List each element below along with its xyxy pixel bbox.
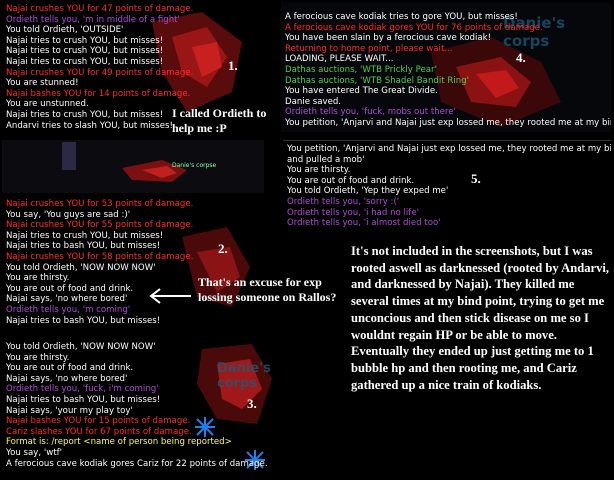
chat-log-5: You petition, 'Anjarvi and Najai just ex… [287, 144, 611, 229]
chat-log-2: Najai crushes YOU for 53 points of damag… [6, 199, 193, 326]
chat-panel-5: You petition, 'Anjarvi and Najai just ex… [283, 140, 611, 234]
chat-line: You are out of food and drink. [6, 363, 134, 374]
chat-line: Ordieth tells you, 'sorry :(' [287, 196, 400, 207]
chat-line: Cariz slashes YOU for 67 points of damag… [6, 426, 192, 437]
chat-panel-4: Danie's corps A ferocious cave kodiak tr… [281, 2, 611, 132]
note-explanation: It's not included in the screenshots, bu… [351, 244, 610, 392]
chat-log-1: Najai crushes YOU for 47 points of damag… [6, 4, 193, 131]
panel-number-1: 1. [228, 58, 238, 73]
arrow-left-icon [149, 288, 191, 304]
chat-line: Ordieth tells you, 'i almost died too' [287, 218, 441, 229]
chat-line: You are unstunned. [6, 99, 89, 110]
chat-line: You told Ordieth, 'NOW NOW NOW' [6, 342, 156, 352]
chat-line: Dathas auctions, 'WTB Prickly Pear' [285, 64, 437, 75]
chat-line: You petition, 'Anjarvi and Najai just ex… [285, 117, 611, 128]
chat-line: Najai tries to crush YOU, but misses! [6, 35, 164, 46]
panel-number-5: 5. [471, 171, 481, 186]
chat-line: You have been slain by a ferocious cave … [285, 33, 492, 44]
chat-line: Format is: /report <name of person being… [6, 437, 232, 448]
chat-line: Danie saved. [285, 96, 342, 107]
chat-line: Najai crushes YOU for 47 points of damag… [6, 4, 194, 14]
chat-line: You told Ordieth, 'NOW NOW NOW' [6, 262, 156, 273]
chat-line: You told Ordieth, 'Yep they exped me' [287, 186, 449, 197]
chat-line: Najai tries to crush YOU, but misses! [6, 230, 164, 241]
panel-number-4: 4. [516, 50, 526, 65]
chat-line: A ferocious cave kodiak tries to gore YO… [285, 12, 518, 22]
chat-line: and pulled a mob' [287, 154, 365, 165]
chat-line: Najai crushes YOU for 58 points of damag… [6, 251, 194, 262]
chat-line: Ordieth tells you, 'fuck, i'm coming' [6, 384, 159, 395]
chat-line: Andarvi tries to slash YOU, but misses! [6, 120, 173, 131]
chat-line: You are thirsty. [6, 352, 70, 363]
chat-line: Najai says, 'no where bored' [6, 373, 128, 384]
chat-line: Najai tries to bash YOU, but misses! [6, 394, 161, 405]
chat-line: LOADING, PLEASE WAIT... [285, 54, 394, 65]
chat-line: You are thirsty. [6, 273, 70, 284]
chat-panel-2: Najai crushes YOU for 53 points of damag… [2, 197, 252, 333]
chat-line: Najai tries to bash YOU, but misses! [6, 241, 161, 252]
panel-number-2: 2. [218, 241, 228, 256]
chat-log-3: You told Ordieth, 'NOW NOW NOW' You are t… [6, 342, 268, 469]
corpse-strip: Danie's corpse [2, 140, 264, 193]
chat-line: Ordieth tells you, 'i had no life' [287, 207, 419, 218]
chat-line: Dathas auctions, 'WTB Shadel Bandit Ring… [285, 75, 469, 86]
chat-line: Ordieth tells you, 'm in middle of a fig… [6, 14, 180, 25]
chat-line: Najai tries to bash YOU, but misses! [6, 315, 161, 326]
chat-line: A ferocious cave kodiak gores Cariz for … [6, 458, 268, 469]
chat-line: Najai bashes YOU for 14 points of damage… [6, 88, 191, 99]
chat-log-4: A ferocious cave kodiak tries to gore YO… [285, 12, 611, 129]
chat-line: You have entered The Great Divide. [285, 86, 438, 97]
chat-line: Najai crushes YOU for 55 points of damag… [6, 220, 194, 231]
chat-line: Najai crushes YOU for 53 points of damag… [6, 199, 194, 209]
chat-line: You are out of food and drink. [287, 175, 415, 186]
chat-panel-3: Danie's corps You told Ordieth, 'NOW NOW… [2, 339, 276, 477]
note-called-ordieth: I called Ordieth to help me :P [172, 106, 267, 135]
corpse-label-small: Danie's corpse [172, 162, 217, 169]
chat-line: Najai crushes YOU for 49 points of damag… [6, 67, 194, 78]
panel-number-3: 3. [247, 396, 257, 411]
game-scene-strip [62, 142, 187, 182]
chat-line: Ordieth tells you, 'fuck, mobs out there… [285, 107, 456, 118]
chat-line: You are thirsty. [287, 165, 351, 176]
chat-line: Najai tries to crush YOU, but misses! [6, 109, 164, 120]
chat-line: You told Ordieth, 'OUTSIDE' [6, 25, 124, 36]
chat-line: You say, 'You guys are sad :)' [6, 209, 131, 220]
chat-line: Najai says, 'your my play toy' [6, 405, 133, 416]
chat-line: You say, 'wtf' [6, 447, 62, 458]
chat-line: Najai bashes YOU for 15 points of damage… [6, 416, 191, 427]
chat-line: Ordieth tells you, 'm coming' [6, 304, 131, 315]
chat-line: Returning to home point, please wait... [285, 43, 453, 54]
chat-line: Najai tries to crush YOU, but misses! [6, 56, 164, 67]
chat-line: Najai tries to crush YOU, but misses! [6, 46, 164, 57]
chat-line: A ferocious cave kodiak gores YOU for 76… [285, 22, 543, 33]
chat-line: You petition, 'Anjarvi and Najai just ex… [287, 144, 611, 154]
chat-line: You are stunned! [6, 78, 79, 89]
note-exp-lossing: That's an excuse for exp lossing someone… [198, 275, 337, 304]
